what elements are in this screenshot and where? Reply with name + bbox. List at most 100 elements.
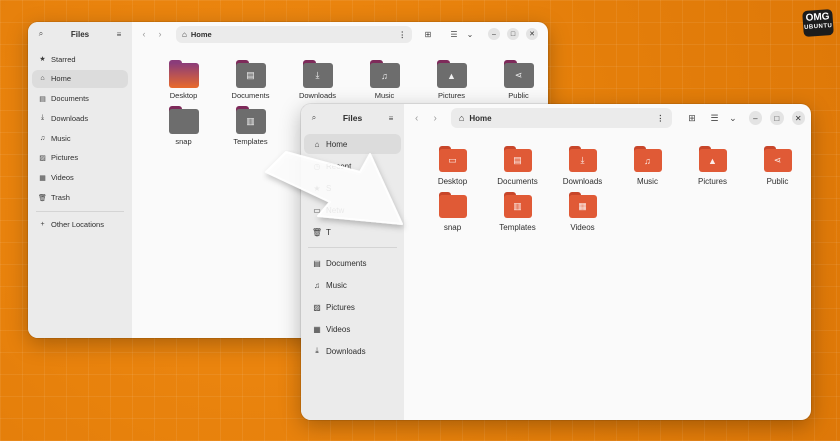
folder-label: Documents (497, 177, 538, 186)
path-label: Home (190, 29, 212, 39)
folder-label: Music (374, 91, 395, 100)
pictures-icon: ▲ (698, 146, 727, 172)
sidebar-item-videos[interactable]: ▦ Videos (32, 169, 128, 187)
path-bar[interactable]: ⌂ Home ⋮ (176, 25, 412, 43)
folder-item[interactable]: ▥ Templates (217, 106, 284, 146)
path-label: Home (469, 113, 492, 123)
home-icon: ⌂ (40, 75, 45, 83)
sidebar-item-label: Home (51, 74, 72, 84)
folder-item[interactable]: ♫ Music (351, 60, 418, 100)
folder-glyph: ▭ (448, 155, 457, 165)
folder-item[interactable]: ⤓ Downloads (550, 146, 615, 186)
folder-body: ⋖ (503, 63, 534, 88)
folder-label: Desktop (169, 91, 198, 100)
forward-icon[interactable]: › (154, 29, 166, 39)
close-icon[interactable]: ✕ (526, 28, 538, 40)
folder-item[interactable]: ⋖ Public (485, 60, 548, 100)
sidebar-item-label: Videos (51, 173, 74, 183)
sidebar-item-trash[interactable]: 🗑 Trash (32, 189, 128, 207)
folder-icon (438, 192, 467, 218)
folder-item[interactable]: snap (420, 192, 485, 232)
folder-item[interactable]: ♫ Music (615, 146, 680, 186)
folder-label: Templates (233, 137, 268, 146)
star-icon: ★ (39, 56, 46, 63)
folder-item[interactable]: Desktop (150, 60, 217, 100)
chevron-down-icon[interactable]: ⌄ (464, 30, 476, 39)
folder-item[interactable]: ⋖ Public (745, 146, 810, 186)
chevron-down-icon[interactable]: ⌄ (726, 113, 739, 124)
sidebar-item-downloads[interactable]: ⤓ Downloads (32, 109, 128, 127)
templates-icon: ▥ (235, 106, 266, 134)
documents-icon: ▤ (235, 60, 266, 88)
folder-label: Documents (231, 91, 270, 100)
sidebar-item-other-locations[interactable]: + Other Locations (32, 216, 128, 234)
sidebar-divider (36, 210, 124, 212)
folder-body: ▲ (436, 63, 467, 88)
list-view-icon[interactable]: ☰ (448, 30, 460, 39)
back-icon[interactable]: ‹ (138, 29, 150, 39)
forward-icon[interactable]: › (428, 113, 441, 124)
folder-body: ▲ (698, 149, 727, 172)
folder-item[interactable]: ▥ Templates (485, 192, 550, 232)
path-bar[interactable]: ⌂ Home ⋮ (450, 108, 673, 128)
sidebar-item-home[interactable]: ⌂ Home (32, 69, 128, 88)
folder-glyph: ▤ (246, 70, 255, 80)
folder-item[interactable]: snap (150, 106, 217, 146)
pictures-icon: ▨ (313, 302, 321, 312)
folder-body: ▭ (438, 149, 467, 172)
folder-item[interactable]: ▤ Documents (217, 60, 284, 100)
folder-label: Pictures (698, 177, 727, 186)
downloads-icon: ⤓ (40, 114, 45, 122)
close-icon[interactable]: ✕ (791, 111, 805, 125)
toolbar: ‹ › ⌂ Home ⋮ ⊞ ☰ ⌄ – □ ✕ (132, 22, 548, 46)
folder-glyph: ⤓ (580, 155, 585, 165)
sidebar-item-pictures[interactable]: ▨ Pictures (32, 149, 128, 167)
folder-item[interactable]: ⤓ Downloads (284, 60, 351, 100)
sidebar-item-music[interactable]: ♫ Music (304, 275, 401, 295)
music-icon: ♫ (633, 146, 662, 172)
sidebar-item-starred[interactable]: ★ Starred (32, 50, 128, 68)
videos-icon: ▦ (39, 174, 46, 182)
minimize-icon[interactable]: – (488, 28, 500, 40)
share-icon: ⋖ (503, 60, 534, 88)
folder-glyph: ▲ (708, 155, 717, 166)
folder-item[interactable]: ▭ Desktop (420, 146, 485, 186)
sidebar-item-music[interactable]: ♫ Music (32, 129, 128, 147)
sidebar-item-label: Music (326, 280, 347, 290)
sidebar-item-downloads[interactable]: ⤓ Downloads (304, 341, 401, 361)
sidebar-divider (308, 247, 397, 248)
sidebar-item-label: Documents (51, 94, 89, 104)
folder-item[interactable]: ▲ Pictures (680, 146, 745, 186)
new-folder-icon[interactable]: ⊞ (422, 30, 434, 39)
folder-glyph: ▤ (513, 155, 522, 165)
maximize-icon[interactable]: □ (770, 111, 784, 125)
sidebar-item-documents[interactable]: ▤ Documents (32, 90, 128, 108)
documents-icon: ▤ (39, 95, 46, 103)
sidebar-item-documents[interactable]: ▤ Documents (304, 253, 401, 273)
list-view-icon[interactable]: ☰ (708, 113, 721, 124)
search-icon[interactable]: ⌕ (309, 113, 319, 123)
folder-item[interactable]: ▲ Pictures (418, 60, 485, 100)
sidebar-item-videos[interactable]: ▦ Videos (304, 319, 401, 339)
music-icon: ♫ (369, 60, 400, 88)
hamburger-menu-icon[interactable]: ≡ (114, 29, 124, 39)
back-icon[interactable]: ‹ (410, 113, 423, 124)
sidebar-item-pictures[interactable]: ▨ Pictures (304, 297, 401, 317)
folder-glyph: ♫ (644, 155, 651, 166)
sidebar-item-label: Pictures (326, 302, 355, 312)
hamburger-menu-icon[interactable]: ≡ (386, 113, 396, 123)
path-menu-icon[interactable]: ⋮ (656, 114, 664, 123)
sidebar-item-label: Home (326, 139, 348, 149)
maximize-icon[interactable]: □ (507, 28, 519, 40)
folder-body (168, 63, 199, 88)
new-folder-icon[interactable]: ⊞ (685, 113, 698, 124)
folder-item[interactable]: ▦ Videos (550, 192, 615, 232)
path-menu-icon[interactable]: ⋮ (399, 30, 407, 39)
music-icon: ♫ (39, 134, 46, 142)
sidebar-item-label: Pictures (51, 153, 79, 163)
sidebar-title: Files (342, 113, 363, 123)
search-icon[interactable]: ⌕ (36, 29, 46, 39)
folder-item[interactable]: ▤ Documents (485, 146, 550, 186)
minimize-icon[interactable]: – (748, 111, 763, 125)
folder-body: ▦ (568, 195, 597, 218)
